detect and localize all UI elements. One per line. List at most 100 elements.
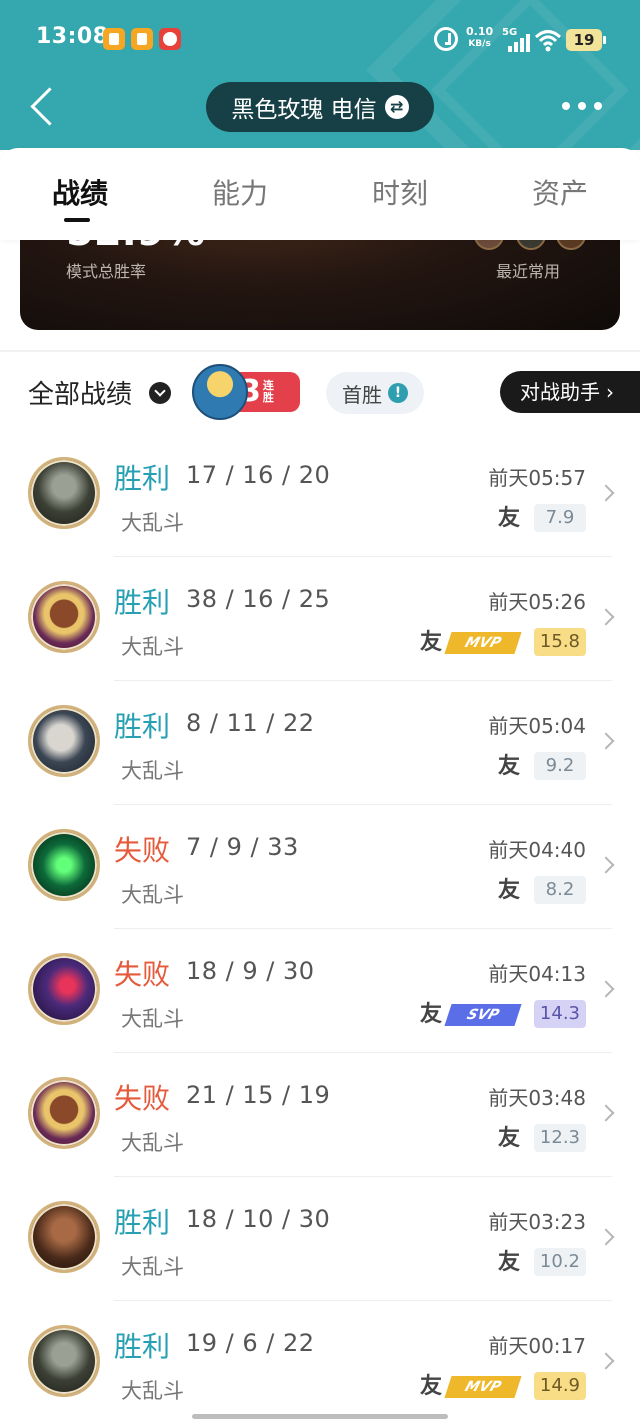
page-title: 黑色玫瑰 电信 xyxy=(231,97,377,123)
match-time: 前天04:40 xyxy=(488,838,586,862)
chevron-right-icon: › xyxy=(606,380,614,404)
tab-record[interactable]: 战绩 xyxy=(30,172,130,212)
network-speed-unit: KB/s xyxy=(468,39,491,49)
match-mode: 大乱斗 xyxy=(121,883,184,907)
cell-signal-icon xyxy=(504,32,530,52)
hero-avatar xyxy=(28,705,100,777)
match-score: 8.2 xyxy=(534,876,586,904)
match-kda: 19 / 6 / 22 xyxy=(186,1329,315,1357)
match-score: 14.3 xyxy=(533,1000,586,1028)
match-kda: 21 / 15 / 19 xyxy=(186,1081,331,1109)
match-time: 前天00:17 xyxy=(488,1334,586,1358)
friend-icon: 友 xyxy=(419,630,442,655)
match-row[interactable]: 胜利 19 / 6 / 22 大乱斗 前天00:17 友 MVP 14.9 xyxy=(0,1301,640,1422)
friend-icon: 友 xyxy=(419,1002,442,1027)
notification-game-icon xyxy=(159,28,181,50)
hero-avatar xyxy=(28,1201,100,1273)
first-win-label: 首胜 xyxy=(342,382,382,407)
match-row[interactable]: 失败 21 / 15 / 19 大乱斗 前天03:48 友 12.3 xyxy=(0,1053,640,1177)
tab-bar: 战绩 能力 时刻 资产 xyxy=(0,148,640,240)
match-kda: 18 / 9 / 30 xyxy=(186,957,315,985)
match-result: 失败 xyxy=(114,958,171,991)
hero-avatar xyxy=(28,1077,100,1149)
streak-text: 连胜 xyxy=(262,379,274,404)
friend-icon: 友 xyxy=(497,878,520,903)
swap-icon xyxy=(384,95,409,119)
match-row[interactable]: 失败 7 / 9 / 33 大乱斗 前天04:40 友 8.2 xyxy=(0,805,640,929)
notification-app-icon xyxy=(103,28,125,50)
chevron-right-icon xyxy=(597,732,615,750)
section-divider xyxy=(0,350,640,352)
match-row[interactable]: 胜利 17 / 16 / 20 大乱斗 前天05:57 友 7.9 xyxy=(0,433,640,557)
match-result: 失败 xyxy=(114,834,171,867)
chevron-right-icon xyxy=(597,484,615,502)
match-result: 胜利 xyxy=(114,586,171,619)
win-rate-label: 模式总胜率 xyxy=(66,262,147,281)
match-result: 胜利 xyxy=(114,1330,171,1363)
svp-badge: SVP xyxy=(444,1004,522,1026)
hero-avatar xyxy=(28,457,100,529)
match-result: 失败 xyxy=(114,1082,171,1115)
mvp-badge: MVP xyxy=(444,632,522,654)
record-filter-label[interactable]: 全部战绩 xyxy=(28,374,132,411)
match-mode: 大乱斗 xyxy=(121,1131,184,1155)
hero-avatar xyxy=(28,829,100,901)
friend-icon: 友 xyxy=(497,754,520,779)
chevron-right-icon xyxy=(597,980,615,998)
battle-assistant-label: 对战助手 xyxy=(520,380,600,404)
match-time: 前天05:04 xyxy=(488,714,586,738)
match-score: 12.3 xyxy=(533,1124,586,1152)
friend-icon: 友 xyxy=(497,506,520,531)
chevron-right-icon xyxy=(597,856,615,874)
match-mode: 大乱斗 xyxy=(121,1255,184,1279)
tab-ability[interactable]: 能力 xyxy=(190,172,290,212)
chevron-right-icon xyxy=(597,1352,615,1370)
match-mode: 大乱斗 xyxy=(121,759,184,783)
info-icon: ! xyxy=(388,383,408,403)
win-streak-badge: 3 连胜 xyxy=(192,364,304,422)
match-kda: 7 / 9 / 33 xyxy=(186,833,299,861)
friend-icon: 友 xyxy=(497,1126,520,1151)
mvp-badge: MVP xyxy=(444,1376,522,1398)
friend-icon: 友 xyxy=(419,1374,442,1399)
match-row[interactable]: 胜利 8 / 11 / 22 大乱斗 前天05:04 友 9.2 xyxy=(0,681,640,805)
match-score: 15.8 xyxy=(533,628,586,656)
hero-avatar xyxy=(28,1325,100,1397)
match-result: 胜利 xyxy=(114,1206,171,1239)
battery-indicator: 19 xyxy=(566,29,606,51)
home-indicator[interactable] xyxy=(192,1414,448,1419)
tab-assets[interactable]: 资产 xyxy=(510,172,610,212)
match-result: 胜利 xyxy=(114,462,171,495)
match-time: 前天05:57 xyxy=(488,466,586,490)
recent-heroes-label: 最近常用 xyxy=(496,262,561,281)
match-time: 前天05:26 xyxy=(488,590,586,614)
account-switcher[interactable]: 黑色玫瑰 电信 xyxy=(206,82,434,132)
notification-app-icon xyxy=(131,28,153,50)
network-speed-value: 0.10 xyxy=(466,25,494,38)
match-mode: 大乱斗 xyxy=(121,511,184,535)
match-time: 前天04:13 xyxy=(488,962,586,986)
match-row[interactable]: 胜利 18 / 10 / 30 大乱斗 前天03:23 友 10.2 xyxy=(0,1177,640,1301)
match-score: 7.9 xyxy=(534,504,586,532)
network-speed: 0.10 KB/s xyxy=(466,26,493,50)
alarm-icon xyxy=(434,27,458,51)
tab-moments[interactable]: 时刻 xyxy=(350,172,450,212)
match-score: 9.2 xyxy=(534,752,586,780)
match-mode: 大乱斗 xyxy=(121,1007,184,1031)
chevron-down-icon[interactable] xyxy=(149,382,171,404)
battle-assistant-button[interactable]: 对战助手 › xyxy=(500,371,640,413)
first-win-button[interactable]: 首胜 ! xyxy=(326,372,424,414)
match-row[interactable]: 胜利 38 / 16 / 25 大乱斗 前天05:26 友 MVP 15.8 xyxy=(0,557,640,681)
match-row[interactable]: 失败 18 / 9 / 30 大乱斗 前天04:13 友 SVP 14.3 xyxy=(0,929,640,1053)
status-time: 13:08 xyxy=(36,24,109,49)
streak-avatar-icon xyxy=(192,364,248,420)
active-tab-indicator xyxy=(64,218,90,222)
wifi-icon xyxy=(534,30,562,52)
chevron-right-icon xyxy=(597,608,615,626)
hero-avatar xyxy=(28,581,100,653)
match-score: 10.2 xyxy=(533,1248,586,1276)
more-options-button[interactable] xyxy=(560,100,604,114)
match-kda: 17 / 16 / 20 xyxy=(186,461,331,489)
back-button[interactable] xyxy=(26,88,66,128)
match-kda: 8 / 11 / 22 xyxy=(186,709,315,737)
